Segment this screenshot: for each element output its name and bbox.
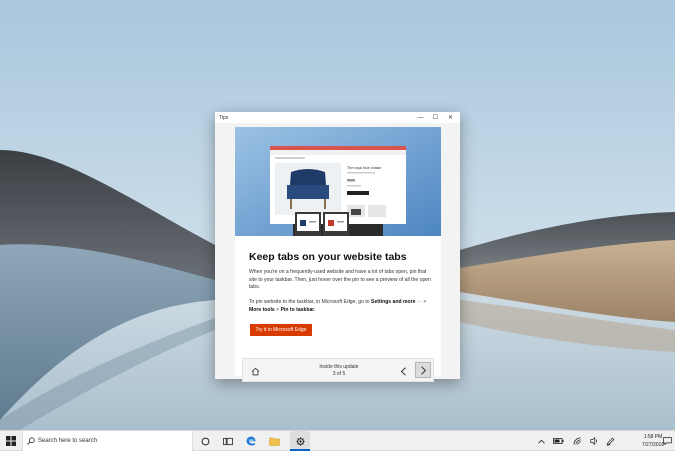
nav-counter: 3 of 5 [332,371,346,377]
instruction-text: To pin website to the taskbar, in Micros… [249,299,372,305]
task-view-button[interactable] [221,431,235,451]
nav-label: Inside this update [319,364,359,370]
folder-icon [268,437,280,446]
tip-hero-image: The royal blue chaise [235,127,441,236]
minimize-button[interactable]: — [413,112,428,123]
taskbar: Search here to search 1:58 PM 7/27/2018 [0,430,675,451]
taskbar-search-box[interactable]: Search here to search [22,431,193,451]
speaker-icon [589,437,597,445]
tip-navigation-bar: Inside this update 3 of 5 [242,358,434,382]
tips-window: Tips — ☐ ✕ The royal blue chaise Keep ta… [215,112,460,382]
window-titlebar[interactable]: Tips — ☐ ✕ [215,112,460,123]
window-title: Tips [219,114,229,121]
more-tools-text: More tools [249,306,275,313]
edge-icon [246,436,256,446]
previous-tip-button[interactable] [397,364,410,378]
home-icon [251,367,259,375]
hero-product-title: The royal blue chaise [347,166,381,170]
wifi-icon [573,437,581,445]
file-explorer-taskbar-icon[interactable] [267,431,281,451]
chevron-right-icon [420,365,426,375]
pin-to-taskbar-text: Pin to taskbar [280,306,315,313]
chevron-up-icon [537,439,545,443]
chevron-left-icon [400,366,406,376]
network-button[interactable] [571,431,583,451]
microsoft-edge-taskbar-icon[interactable] [244,431,258,451]
pen-workspace-button[interactable] [604,431,616,451]
period-text: . [314,306,316,313]
start-button[interactable] [3,431,19,451]
close-button[interactable]: ✕ [443,112,458,123]
battery-button[interactable] [552,431,564,451]
try-in-edge-button[interactable]: Try it in Microsoft Edge [250,324,312,336]
next-tip-button[interactable] [415,362,431,378]
search-placeholder: Search here to search [38,438,98,444]
show-hidden-icons-button[interactable] [536,431,546,451]
volume-button[interactable] [588,431,600,451]
notification-icon [662,437,672,445]
tip-paragraph-2: To pin website to the taskbar, in Micros… [249,299,431,314]
action-center-button[interactable] [661,431,673,451]
tip-card: The royal blue chaise Keep tabs on your … [235,127,441,382]
tip-heading: Keep tabs on your website tabs [249,251,407,263]
separator-text: > [423,299,427,305]
windows-logo-icon [6,436,16,446]
tips-app-taskbar-icon[interactable] [293,431,307,451]
search-icon [27,437,35,445]
gear-icon [295,436,305,446]
battery-icon [552,438,563,444]
task-view-icon [223,437,233,445]
settings-and-more-text: Settings and more [371,299,416,305]
home-button[interactable] [249,365,261,377]
maximize-button[interactable]: ☐ [428,112,443,123]
cortana-button[interactable] [198,431,212,451]
tip-paragraph-1: When you're on a frequently-used website… [249,269,431,291]
cortana-circle-icon [201,437,209,445]
pen-icon [606,437,614,446]
